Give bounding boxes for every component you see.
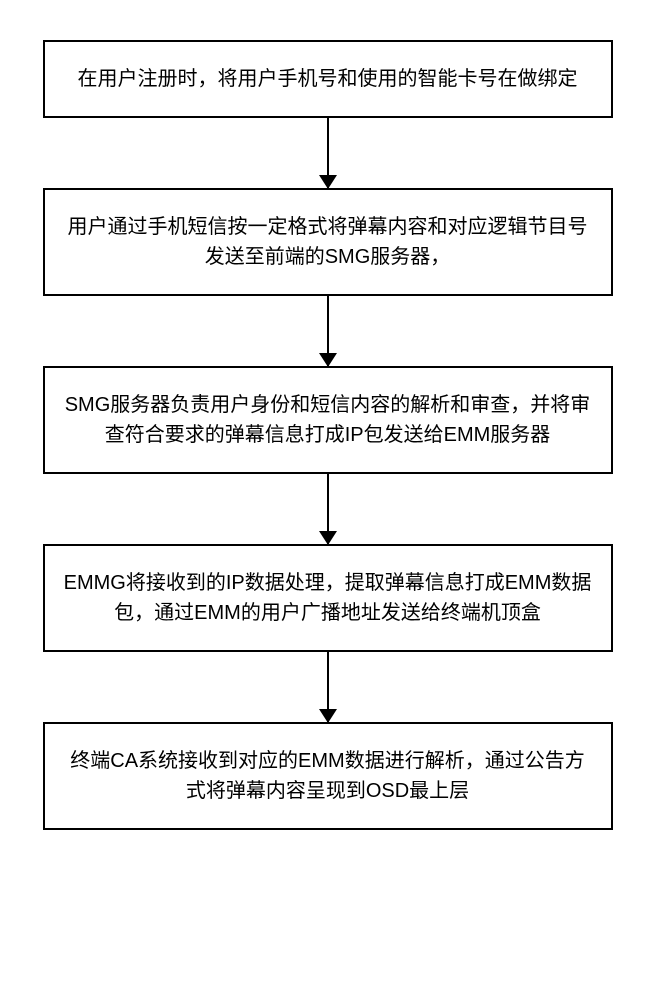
arrow-4-5 <box>327 652 329 722</box>
flow-step-5: 终端CA系统接收到对应的EMM数据进行解析，通过公告方式将弹幕内容呈现到OSD最… <box>43 722 613 830</box>
flow-step-2-text: 用户通过手机短信按一定格式将弹幕内容和对应逻辑节目号发送至前端的SMG服务器， <box>68 216 588 268</box>
flow-step-2: 用户通过手机短信按一定格式将弹幕内容和对应逻辑节目号发送至前端的SMG服务器， <box>43 188 613 296</box>
flow-step-5-text: 终端CA系统接收到对应的EMM数据进行解析，通过公告方式将弹幕内容呈现到OSD最… <box>70 750 584 802</box>
flow-step-3: SMG服务器负责用户身份和短信内容的解析和审查，并将审查符合要求的弹幕信息打成I… <box>43 366 613 474</box>
arrow-1-2 <box>327 118 329 188</box>
flow-step-4-text: EMMG将接收到的IP数据处理，提取弹幕信息打成EMM数据包，通过EMM的用户广… <box>64 572 592 624</box>
flow-step-1: 在用户注册时，将用户手机号和使用的智能卡号在做绑定 <box>43 40 613 118</box>
arrow-3-4 <box>327 474 329 544</box>
arrow-2-3 <box>327 296 329 366</box>
flow-step-4: EMMG将接收到的IP数据处理，提取弹幕信息打成EMM数据包，通过EMM的用户广… <box>43 544 613 652</box>
flow-step-3-text: SMG服务器负责用户身份和短信内容的解析和审查，并将审查符合要求的弹幕信息打成I… <box>65 394 591 446</box>
flowchart-container: 在用户注册时，将用户手机号和使用的智能卡号在做绑定 用户通过手机短信按一定格式将… <box>0 0 655 1000</box>
flow-step-1-text: 在用户注册时，将用户手机号和使用的智能卡号在做绑定 <box>78 68 578 90</box>
